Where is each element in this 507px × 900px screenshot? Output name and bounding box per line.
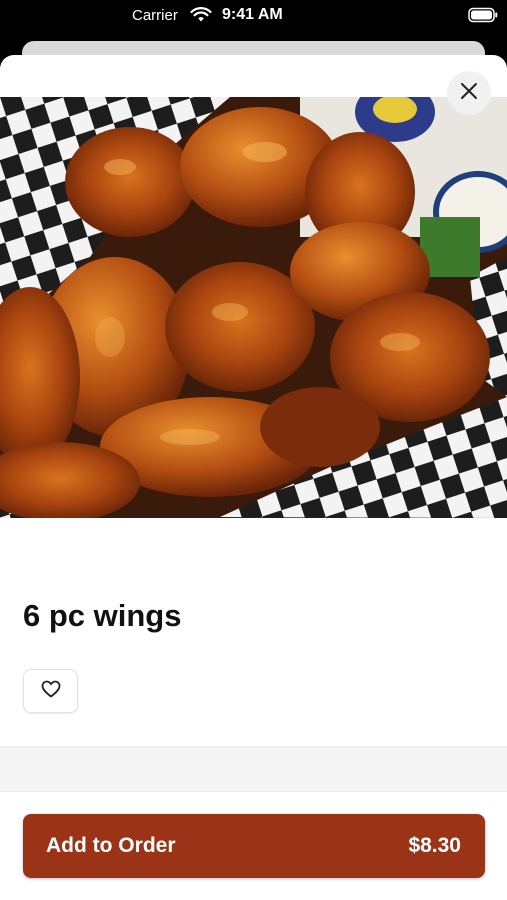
status-bar: Carrier 9:41 AM bbox=[0, 0, 507, 34]
battery-icon bbox=[468, 7, 498, 28]
add-to-order-label: Add to Order bbox=[46, 834, 176, 857]
item-detail-sheet: 6 pc wings Add to Order $8.30 bbox=[0, 55, 507, 900]
add-to-order-button[interactable]: Add to Order $8.30 bbox=[23, 814, 485, 878]
clock: 9:41 AM bbox=[222, 6, 283, 23]
close-button[interactable] bbox=[447, 71, 491, 115]
close-icon bbox=[460, 82, 478, 105]
heart-icon bbox=[41, 680, 61, 703]
item-title: 6 pc wings bbox=[23, 598, 182, 633]
favorite-button[interactable] bbox=[23, 669, 78, 713]
section-divider bbox=[0, 746, 507, 792]
item-price: $8.30 bbox=[408, 834, 461, 857]
carrier-label: Carrier bbox=[132, 7, 178, 24]
item-image bbox=[0, 97, 507, 518]
wifi-icon bbox=[190, 7, 212, 28]
